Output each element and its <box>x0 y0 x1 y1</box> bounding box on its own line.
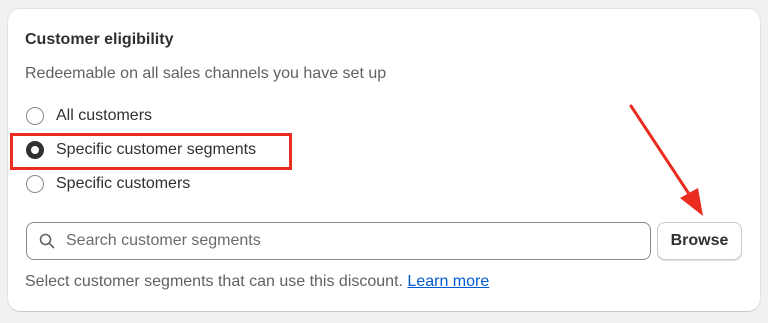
radio-button[interactable] <box>26 107 44 125</box>
radio-label: Specific customers <box>56 175 191 192</box>
browse-button[interactable]: Browse <box>657 222 742 260</box>
customer-eligibility-card: Customer eligibility Redeemable on all s… <box>8 9 760 311</box>
radio-button[interactable] <box>26 175 44 193</box>
help-text-body: Select customer segments that can use th… <box>25 273 408 290</box>
search-field[interactable] <box>26 222 651 260</box>
search-input[interactable] <box>64 231 608 251</box>
help-text: Select customer segments that can use th… <box>25 273 489 291</box>
radio-label: Specific customer segments <box>56 141 257 158</box>
radio-option-all-customers[interactable]: All customers <box>26 107 152 125</box>
learn-more-link[interactable]: Learn more <box>407 273 489 290</box>
radio-option-specific-customer-segments[interactable]: Specific customer segments <box>26 141 256 159</box>
radio-option-specific-customers[interactable]: Specific customers <box>26 175 190 193</box>
section-subtitle: Redeemable on all sales channels you hav… <box>25 65 387 82</box>
radio-button-selected[interactable] <box>26 141 44 159</box>
radio-label: All customers <box>56 107 153 124</box>
section-title: Customer eligibility <box>25 31 174 48</box>
search-icon <box>38 232 56 250</box>
